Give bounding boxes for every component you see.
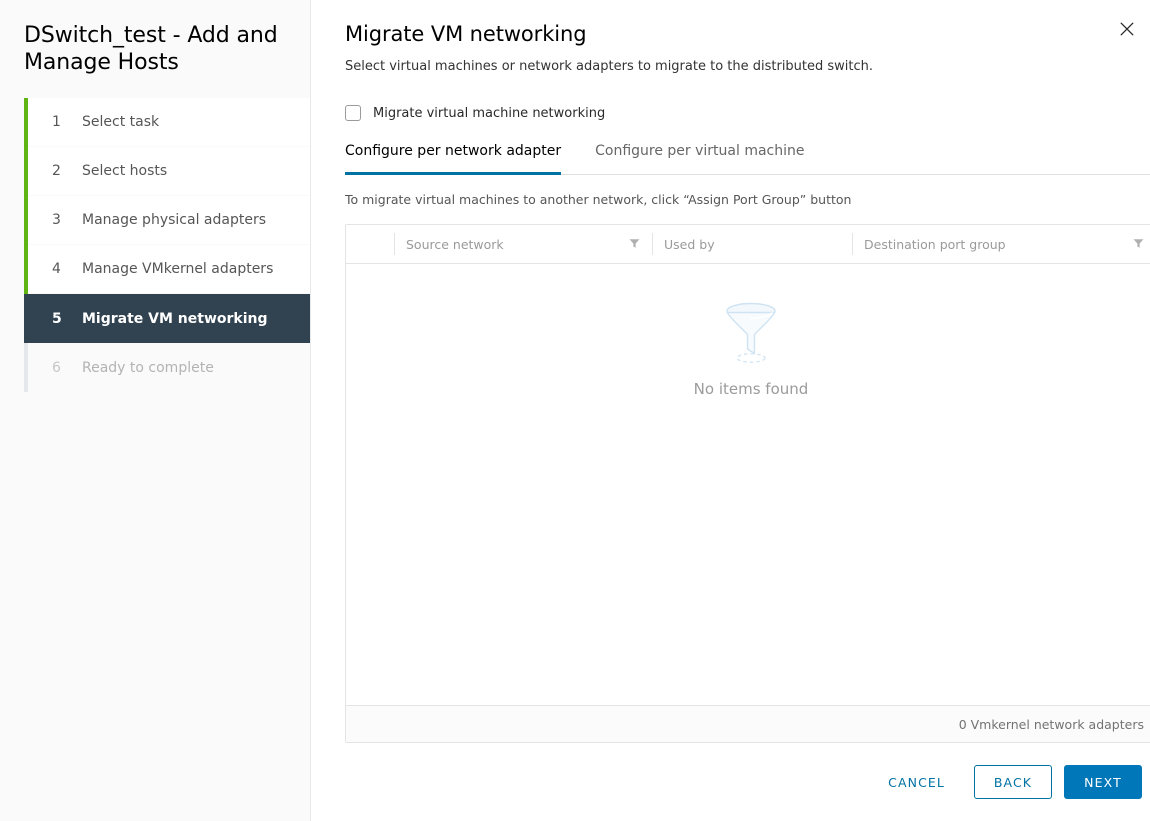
migrate-vm-networking-row: Migrate virtual machine networking — [345, 105, 1150, 121]
table-header-destination-port-group[interactable]: Destination port group — [852, 225, 1150, 263]
step-number: 2 — [52, 163, 68, 179]
source-network-table: Source network Used by Destination port … — [345, 224, 1150, 743]
assign-port-group-hint: To migrate virtual machines to another n… — [345, 192, 1150, 208]
tab-label: Configure per network adapter — [345, 143, 561, 159]
sidebar-step-select-task[interactable]: 1 Select task — [28, 98, 310, 147]
next-button[interactable]: NEXT — [1064, 765, 1142, 799]
table-header-row: Source network Used by Destination port … — [346, 225, 1150, 264]
step-label: Manage physical adapters — [82, 212, 266, 228]
step-number: 1 — [52, 114, 68, 130]
wizard-action-bar: CANCEL BACK NEXT — [871, 765, 1142, 799]
cancel-button[interactable]: CANCEL — [871, 765, 962, 799]
table-header-select — [346, 225, 394, 263]
wizard-main-panel: Migrate VM networking Select virtual mac… — [311, 0, 1150, 821]
wizard-sidebar: DSwitch_test - Add and Manage Hosts 1 Se… — [0, 0, 311, 821]
step-number: 4 — [52, 261, 68, 277]
configure-mode-tabs: Configure per network adapter Configure … — [345, 143, 1150, 175]
sidebar-step-ready-to-complete: 6 Ready to complete — [28, 343, 310, 392]
column-label: Source network — [406, 237, 629, 252]
wizard-title: DSwitch_test - Add and Manage Hosts — [0, 0, 310, 76]
add-and-manage-hosts-wizard: DSwitch_test - Add and Manage Hosts 1 Se… — [0, 0, 1150, 821]
table-header-source-network[interactable]: Source network — [394, 225, 652, 263]
table-footer-count: 0 Vmkernel network adapters — [959, 717, 1144, 732]
tab-configure-per-network-adapter[interactable]: Configure per network adapter — [345, 143, 561, 174]
table-body-empty-state: No items found — [346, 264, 1150, 705]
migrate-vm-networking-checkbox[interactable] — [345, 105, 361, 121]
close-icon[interactable] — [1112, 14, 1142, 44]
sidebar-step-migrate-vm-networking[interactable]: 5 Migrate VM networking — [24, 294, 310, 343]
sidebar-step-select-hosts[interactable]: 2 Select hosts — [28, 147, 310, 196]
step-label: Manage VMkernel adapters — [82, 261, 273, 277]
sidebar-step-manage-physical-adapters[interactable]: 3 Manage physical adapters — [28, 196, 310, 245]
sidebar-step-manage-vmkernel-adapters[interactable]: 4 Manage VMkernel adapters — [28, 245, 310, 294]
table-footer: 0 Vmkernel network adapters — [346, 705, 1150, 742]
step-label: Select hosts — [82, 163, 167, 179]
step-number: 5 — [52, 311, 68, 327]
step-number: 3 — [52, 212, 68, 228]
filter-icon[interactable] — [629, 237, 640, 252]
panel-header: Migrate VM networking Select virtual mac… — [311, 0, 1150, 75]
column-label: Used by — [664, 237, 840, 252]
funnel-icon — [718, 302, 784, 364]
wizard-steps: 1 Select task 2 Select hosts 3 Manage ph… — [0, 98, 310, 392]
filter-icon[interactable] — [1133, 237, 1144, 252]
page-title: Migrate VM networking — [345, 20, 1150, 48]
migrate-vm-networking-label: Migrate virtual machine networking — [373, 106, 605, 121]
back-button[interactable]: BACK — [974, 765, 1052, 799]
page-subtitle: Select virtual machines or network adapt… — [345, 58, 1150, 75]
table-header-used-by[interactable]: Used by — [652, 225, 852, 263]
empty-state-text: No items found — [694, 380, 809, 398]
step-label: Select task — [82, 114, 159, 130]
step-number: 6 — [52, 360, 68, 376]
step-label: Ready to complete — [82, 360, 214, 376]
step-label: Migrate VM networking — [82, 311, 268, 327]
tab-label: Configure per virtual machine — [595, 143, 804, 159]
column-label: Destination port group — [864, 237, 1133, 252]
tab-configure-per-virtual-machine[interactable]: Configure per virtual machine — [595, 143, 804, 174]
